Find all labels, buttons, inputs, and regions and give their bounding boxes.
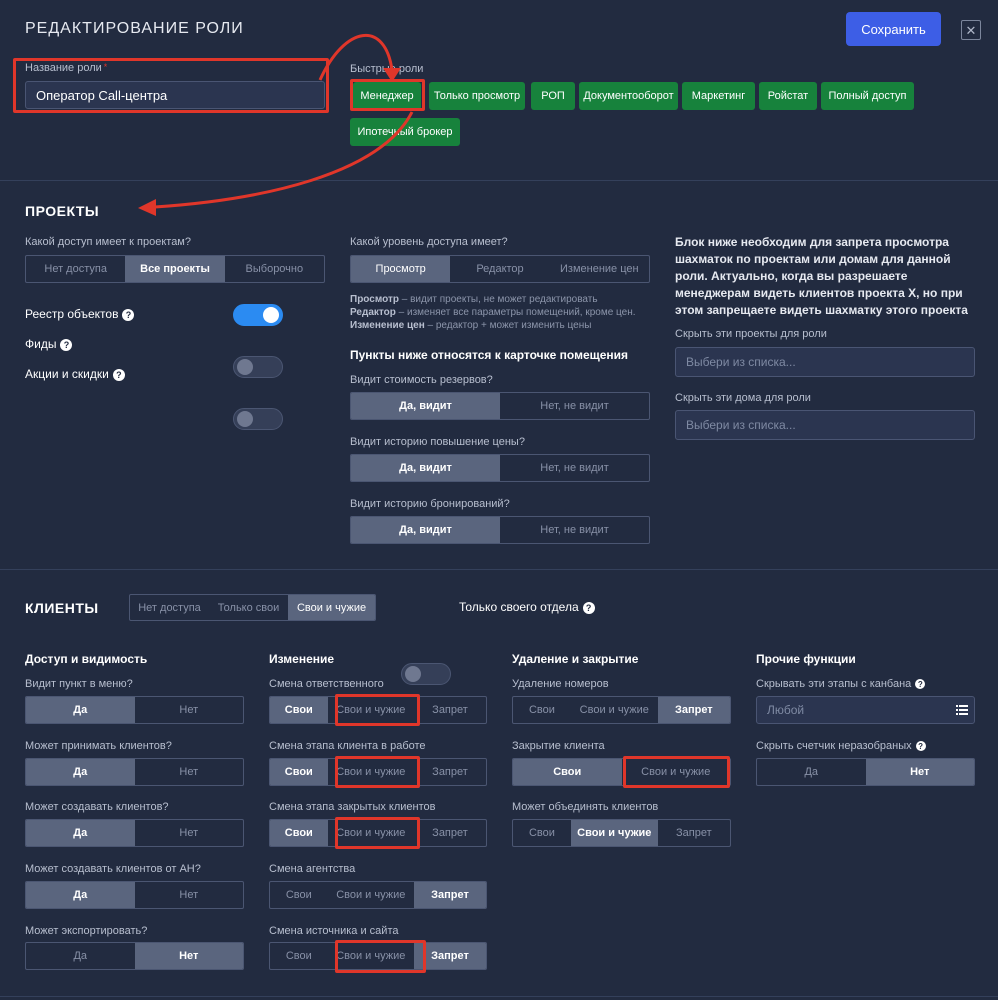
annotation-arrow (154, 111, 414, 209)
divider (0, 996, 998, 997)
annotation-arrowhead (138, 199, 156, 216)
annotation-arrow (318, 33, 394, 81)
annotation-arrowhead (383, 68, 401, 82)
annotation-arrows (138, 33, 414, 216)
